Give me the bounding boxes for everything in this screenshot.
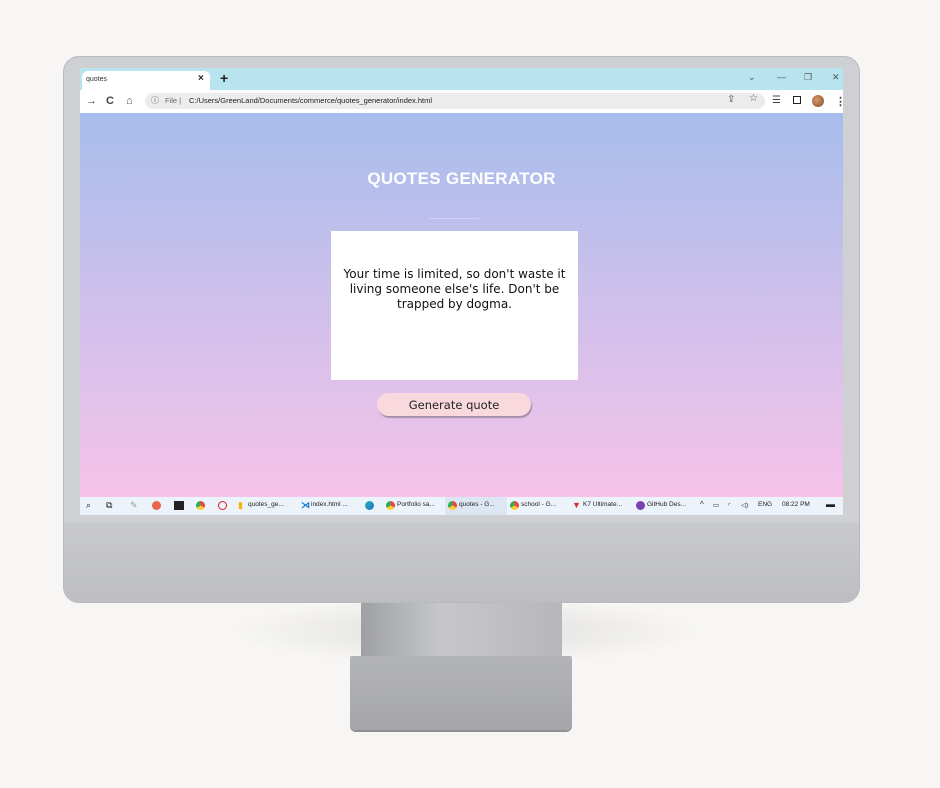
quote-card: Your time is limited, so don't waste it … [331,231,578,380]
github-icon [636,501,645,510]
tab-close-icon[interactable]: × [198,73,204,84]
address-bar[interactable]: ⓘ File | C:/Users/GreenLand/Documents/co… [145,93,765,109]
monitor-stand-base [350,656,572,730]
tray-chevron-icon[interactable]: ^ [700,500,704,509]
restore-button[interactable]: ❐ [804,72,812,83]
quote-text: Your time is limited, so don't waste it … [343,267,566,311]
page-title: QUOTES GENERATOR [367,169,556,188]
close-window-button[interactable]: ✕ [832,72,840,83]
chrome-icon [448,501,457,510]
firefox-icon[interactable] [152,501,161,510]
scheme-label: File | [165,96,182,105]
generate-quote-button[interactable]: Generate quote [377,393,531,416]
quotes-page: QUOTES GENERATOR Your time is limited, s… [80,113,843,497]
reload-icon[interactable]: C [106,95,114,107]
taskbar-item-label[interactable]: quotes_ge... [248,501,284,508]
volume-icon[interactable]: ◁) [741,501,748,509]
profile-avatar[interactable] [812,95,824,107]
opera-icon[interactable] [218,501,227,510]
task-view-icon[interactable]: ⧉ [106,500,112,511]
taskbar-item-label[interactable]: school - G... [521,501,556,508]
taskbar-item-label[interactable]: quotes - G... [459,501,495,508]
chrome-icon [510,501,519,510]
menu-icon[interactable]: ⋮ [835,95,843,108]
tab-search-icon[interactable]: ⌄ [748,72,756,83]
side-panel-icon[interactable] [793,96,801,104]
chrome-icon[interactable] [196,501,205,510]
taskbar-item-label[interactable]: Portfolio sa... [397,501,435,508]
browser-tab-bar: quotes × + ⌄ — ❐ ✕ [80,68,843,90]
photos-icon[interactable] [174,501,184,510]
monitor-chin [64,522,859,602]
new-tab-button[interactable]: + [220,70,228,86]
notification-icon[interactable]: ▬ [826,499,835,509]
taskbar-item-label[interactable]: index.html ... [311,501,348,508]
tab-quotes[interactable]: quotes × [82,71,210,90]
bookmark-star-icon[interactable]: ☆ [749,93,758,104]
share-icon[interactable]: ⇪ [727,94,735,105]
clock[interactable]: 08:22 PM [782,501,810,508]
monitor-screen: quotes × + ⌄ — ❐ ✕ → C ⌂ ⓘ File | C:/Use… [80,68,843,515]
chrome-icon [386,501,395,510]
taskbar-item-label[interactable]: GitHub Des... [647,501,686,508]
app-icon[interactable]: ✎ [130,500,138,511]
forward-icon[interactable]: → [86,95,97,107]
battery-icon[interactable]: ▭ [713,501,719,509]
taskbar-item-label[interactable]: K7 Ultimate... [583,501,622,508]
folder-icon: ▮ [238,500,243,510]
windows-taskbar: ⌕ ⧉ ✎ ▮ quotes_ge... ⋊ index.html ... Po… [80,497,843,515]
vscode-icon: ⋊ [301,500,310,510]
k7-icon: ▼ [572,500,581,510]
url-text[interactable]: C:/Users/GreenLand/Documents/commerce/qu… [189,96,432,105]
site-info-icon[interactable]: ⓘ [151,95,159,106]
minimize-button[interactable]: — [777,72,786,82]
wifi-icon[interactable]: ◜ [728,501,731,509]
reading-list-icon[interactable]: ☰ [772,95,781,106]
title-divider [429,218,479,219]
tab-title: quotes [86,76,108,83]
edge-icon[interactable] [365,501,374,510]
browser-toolbar: → C ⌂ ⓘ File | C:/Users/GreenLand/Docume… [80,90,843,114]
language-indicator[interactable]: ENG [758,501,772,508]
home-icon[interactable]: ⌂ [126,95,133,107]
search-icon[interactable]: ⌕ [86,500,91,511]
monitor-stand-neck [361,602,562,658]
